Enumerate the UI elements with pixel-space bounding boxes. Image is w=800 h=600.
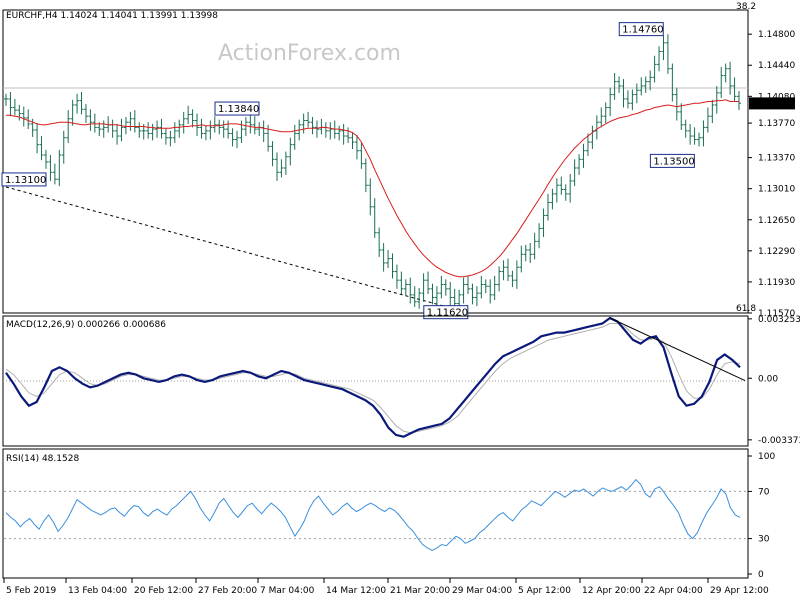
time-tick-label: 27 Feb 20:00 [198, 586, 257, 596]
macd-tick-label: 0.00 [758, 374, 778, 384]
price-annotation: 1.11620 [423, 305, 469, 320]
current-price-tag: 1.13998 [749, 97, 795, 110]
rsi-header: RSI(14) 48.1528 [6, 454, 79, 464]
macd-tick-label: -0.003373 [758, 436, 800, 446]
current-price-tag-text: 1.13998 [752, 99, 789, 109]
rsi-tick-label: 30 [758, 535, 770, 545]
price-tick-label: 1.11930 [758, 278, 795, 288]
price-tick-label: 1.12650 [758, 216, 795, 226]
time-tick-label: 29 Mar 04:00 [452, 586, 512, 596]
fib-38-label: 38.2 [736, 2, 756, 12]
price-annotation-label: 1.13100 [5, 175, 46, 186]
price-annotation: 1.13500 [649, 153, 695, 168]
time-tick-label: 13 Feb 04:00 [68, 586, 127, 596]
macd-tick-label: 0.003253 [758, 315, 800, 325]
macd-header: MACD(12,26,9) 0.000266 0.000686 [6, 320, 166, 330]
time-tick-label: 29 Apr 12:00 [710, 586, 769, 596]
price-tick-label: 1.12290 [758, 247, 795, 257]
time-tick-label: 5 Feb 2019 [6, 586, 57, 596]
watermark: ActionForex.com [218, 41, 401, 66]
time-tick-label: 22 Apr 04:00 [644, 586, 703, 596]
time-tick-label: 21 Mar 20:00 [390, 586, 450, 596]
price-annotation-label: 1.13840 [218, 104, 259, 115]
time-tick-label: 5 Apr 12:00 [518, 586, 571, 596]
time-tick-label: 12 Apr 20:00 [582, 586, 641, 596]
price-annotation: 1.14760 [618, 22, 664, 37]
time-tick-label: 20 Feb 12:00 [134, 586, 193, 596]
price-tick-label: 1.14440 [758, 61, 795, 71]
eurchf-chart-svg: ActionForex.com EURCHF,H4 1.14024 1.1404… [0, 0, 800, 600]
price-tick-label: 1.13010 [758, 185, 795, 195]
price-annotation: 1.13100 [1, 172, 47, 187]
price-tick-label: 1.13770 [758, 119, 795, 129]
price-tick-label: 1.14800 [758, 30, 795, 40]
price-annotation-label: 1.14760 [622, 25, 663, 36]
price-header: EURCHF,H4 1.14024 1.14041 1.13991 1.1399… [6, 11, 218, 21]
time-tick-label: 14 Mar 12:00 [326, 586, 386, 596]
price-tick-label: 1.13370 [758, 154, 795, 164]
price-annotation-label: 1.11620 [427, 308, 468, 319]
price-annotation: 1.13840 [214, 101, 260, 116]
rsi-tick-label: 0 [758, 570, 764, 580]
rsi-tick-label: 100 [758, 452, 775, 462]
time-tick-label: 7 Mar 04:00 [260, 586, 315, 596]
price-annotation-label: 1.13500 [653, 156, 694, 167]
chart-background [0, 0, 800, 600]
rsi-tick-label: 70 [758, 487, 770, 497]
fib-61-label: 61.8 [736, 304, 756, 314]
